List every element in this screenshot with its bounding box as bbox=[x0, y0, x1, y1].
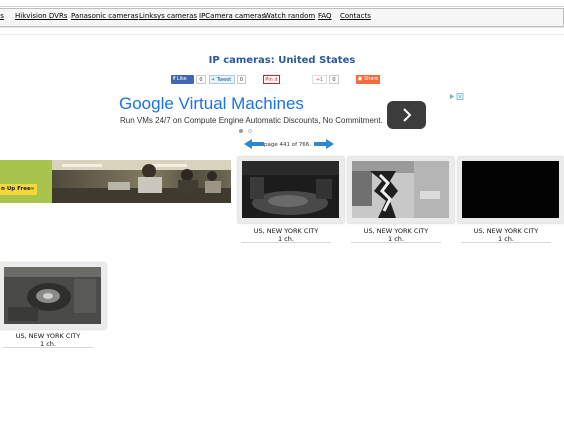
camera-location: US, NEW YORK CITY bbox=[363, 227, 429, 235]
nav-divider-2 bbox=[0, 34, 564, 35]
page-title: IP cameras: United States bbox=[208, 55, 356, 66]
chevron-right-icon bbox=[402, 108, 411, 122]
previous-page-arrow-icon[interactable] bbox=[244, 139, 264, 149]
google-plus-one-button[interactable]: +1 bbox=[312, 75, 327, 84]
nav-link-ipcamera-cameras[interactable]: IPCamera cameras bbox=[199, 12, 265, 20]
share-icon: ▣ bbox=[357, 76, 363, 82]
camera-divider bbox=[3, 347, 93, 348]
camera-location: US, NEW YORK CITY bbox=[253, 227, 319, 235]
facebook-icon: f bbox=[173, 76, 176, 82]
twitter-icon: ✦ bbox=[211, 77, 216, 83]
nav-link-contacts[interactable]: Contacts bbox=[340, 12, 371, 20]
camera-feed-image bbox=[352, 161, 449, 218]
ad-carousel-dot[interactable] bbox=[248, 129, 252, 133]
top-strip bbox=[0, 0, 564, 7]
camera-divider bbox=[351, 242, 441, 243]
nav-link-watch-random[interactable]: Watch random bbox=[264, 12, 315, 20]
camera-divider bbox=[241, 242, 331, 243]
ad-title[interactable]: Google Virtual Machines bbox=[119, 94, 304, 114]
nav-link-hikvision-dvrs[interactable]: Hikvision DVRs bbox=[15, 12, 67, 20]
sign-up-free-button[interactable]: n Up Free» bbox=[0, 184, 37, 195]
camera-location: US, NEW YORK CITY bbox=[473, 227, 539, 235]
ad-carousel-dot-active[interactable] bbox=[239, 129, 243, 133]
ad-banner-photo bbox=[52, 160, 231, 203]
page-indicator: page 441 of 766. bbox=[264, 142, 312, 148]
camera-feed-image bbox=[4, 267, 101, 324]
tweet-button[interactable]: ✦ Tweet bbox=[209, 75, 235, 84]
tweet-label: Tweet bbox=[216, 77, 232, 83]
facebook-like-label: Like bbox=[176, 76, 187, 82]
next-page-arrow-icon[interactable] bbox=[314, 139, 334, 149]
nav-divider bbox=[0, 27, 564, 28]
camera-thumbnail-1[interactable] bbox=[238, 157, 344, 223]
camera-feed-image bbox=[462, 161, 559, 218]
ad-choices-icon[interactable] bbox=[449, 93, 464, 100]
tweet-count: 0 bbox=[237, 75, 246, 84]
share-button[interactable]: ▣ Share bbox=[356, 75, 380, 84]
ad-next-button[interactable] bbox=[387, 101, 426, 129]
share-label: Share bbox=[363, 76, 379, 82]
pin-it-button[interactable]: Pin it bbox=[263, 75, 280, 84]
camera-location: US, NEW YORK CITY bbox=[15, 332, 81, 340]
nav-link-linksys-cameras[interactable]: Linksys cameras bbox=[139, 12, 197, 20]
camera-feed-image bbox=[242, 161, 339, 218]
nav-link-faq[interactable]: FAQ bbox=[318, 12, 332, 20]
ad-banner[interactable]: n Up Free» bbox=[0, 160, 231, 203]
camera-thumbnail-3[interactable] bbox=[458, 157, 564, 223]
nav-link-truncated[interactable]: as bbox=[0, 12, 4, 20]
top-nav: as Hikvision DVRs Panasonic cameras Link… bbox=[0, 8, 564, 27]
ad-subtitle: Run VMs 24/7 on Compute Engine Automatic… bbox=[120, 116, 383, 125]
facebook-like-count: 0 bbox=[196, 75, 206, 84]
camera-thumbnail-2[interactable] bbox=[348, 157, 454, 223]
nav-link-panasonic-cameras[interactable]: Panasonic cameras bbox=[71, 12, 138, 20]
google-plus-count: 0 bbox=[329, 75, 339, 84]
office-scene-image bbox=[52, 160, 231, 203]
facebook-like-button[interactable]: f Like bbox=[171, 75, 194, 84]
camera-thumbnail-4[interactable] bbox=[0, 263, 106, 329]
camera-divider bbox=[461, 242, 551, 243]
